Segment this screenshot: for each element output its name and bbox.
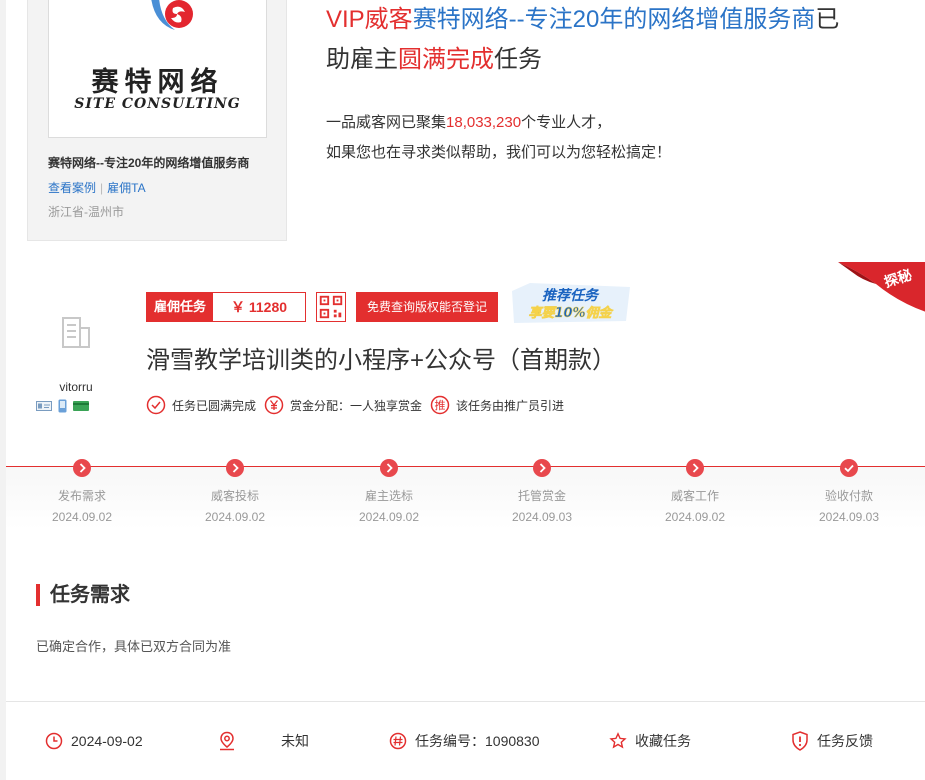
promo-line2: 享要10%佣金 <box>528 305 613 321</box>
step-name: 雇主选标 <box>364 489 413 503</box>
vip-task-text: 任务 <box>494 46 542 73</box>
logo-english-text: SITE CONSULTING <box>74 96 241 112</box>
footer-task-number-text: 任务编号：1090830 <box>415 733 540 749</box>
step-name: 威客工作 <box>670 489 719 503</box>
feedback-label: 任务反馈 <box>817 733 873 749</box>
bank-card-icon <box>73 401 89 411</box>
meta-completed-text: 任务已圆满完成 <box>172 398 257 413</box>
progress-background <box>6 467 925 529</box>
vip-company-link[interactable]: 赛特网络--专注20年的网络增值服务商 <box>413 6 816 33</box>
step-name: 威客投标 <box>210 489 259 503</box>
favorite-label: 收藏任务 <box>635 733 691 749</box>
step-date: 2024.09.02 <box>358 510 420 524</box>
step-name: 发布需求 <box>57 489 106 503</box>
meta-completed: 任务已圆满完成 <box>146 395 256 415</box>
progress-step: 发布需求 2024.09.02 <box>22 459 142 524</box>
requirement-text: 已确定合作，具体已双方合同为准 <box>36 639 232 654</box>
step-date: 2024.09.02 <box>204 510 266 524</box>
verification-badges <box>36 399 89 413</box>
progress-step: 威客工作 2024.09.02 <box>635 459 755 524</box>
section-title-requirement: 任务需求 <box>36 584 130 606</box>
progress-step: 托管赏金 2024.09.03 <box>482 459 602 524</box>
promo-line1: 推荐任务 <box>542 287 600 304</box>
step-date: 2024.09.02 <box>51 510 113 524</box>
progress-step: 验收付款 2024.09.03 <box>789 459 909 524</box>
company-links: 查看案例 | 雇佣TA <box>48 179 146 196</box>
link-separator: | <box>100 181 104 195</box>
step-date: 2024.09.03 <box>511 510 573 524</box>
qrcode-icon[interactable] <box>316 292 346 322</box>
vip-company-card: 赛特网络 SITE CONSULTING 赛特网络--专注20年的网络增值服务商… <box>27 0 287 241</box>
left-edge <box>0 0 6 780</box>
meta-reward: 赏金分配：一人独享赏金 <box>264 395 422 415</box>
desc-suffix: 个专业人才， <box>521 114 612 131</box>
talent-count: 18,033,230 <box>446 114 522 131</box>
step-check-icon <box>840 459 858 477</box>
copyright-check-button[interactable]: 免费查询版权能否登记 <box>356 292 498 322</box>
footer-task-number: 任务编号：1090830 <box>389 730 540 752</box>
logo-chinese-text: 赛特网络 <box>91 67 224 98</box>
clock-icon <box>45 732 63 750</box>
view-cases-link[interactable]: 查看案例 <box>48 181 96 195</box>
vip-description: 一品威客网已聚集18,033,230个专业人才， 如果您也在寻求类似帮助，我们可… <box>326 108 671 168</box>
task-title: 滑雪教学培训类的小程序+公众号（首期款） <box>146 347 617 374</box>
task-feedback-button[interactable]: 任务反馈 <box>791 730 873 752</box>
vip-help-text: 助雇主 <box>326 46 398 73</box>
progress-step: 雇主选标 2024.09.02 <box>329 459 449 524</box>
task-price-tag: 雇佣任务 ￥ 11280 <box>146 292 307 322</box>
step-name: 验收付款 <box>824 489 873 503</box>
promote-icon-text: 推 <box>435 398 446 412</box>
meta-reward-text: 赏金分配：一人独享赏金 <box>290 398 423 413</box>
company-location: 浙江省-温州市 <box>48 205 124 219</box>
step-arrow-icon <box>380 459 398 477</box>
footer-date-text: 2024-09-02 <box>71 733 143 749</box>
check-circle-icon <box>146 395 166 415</box>
step-date: 2024.09.02 <box>664 510 726 524</box>
employer-username[interactable]: vitorru <box>40 380 112 394</box>
desc-prefix: 一品威客网已聚集 <box>326 114 447 131</box>
explore-ribbon[interactable]: 探秘 <box>838 262 925 314</box>
hash-icon <box>389 732 407 750</box>
promote-icon: 推 <box>430 395 450 415</box>
progress-line <box>6 466 925 467</box>
step-arrow-icon <box>226 459 244 477</box>
company-logo[interactable]: 赛特网络 SITE CONSULTING <box>48 0 267 138</box>
divider <box>6 701 925 702</box>
task-type-label: 雇佣任务 <box>147 293 214 321</box>
building-avatar-icon <box>62 317 90 348</box>
footer-location: 未知 <box>218 730 309 752</box>
vip-headline: VIP威客赛特网络--专注20年的网络增值服务商已 助雇主圆满完成任务 <box>326 0 906 80</box>
company-name[interactable]: 赛特网络--专注20年的网络增值服务商 <box>48 154 249 171</box>
progress-step: 威客投标 2024.09.02 <box>175 459 295 524</box>
star-icon <box>609 732 627 749</box>
footer-date: 2024-09-02 <box>45 730 143 752</box>
step-arrow-icon <box>686 459 704 477</box>
step-arrow-icon <box>533 459 551 477</box>
meta-promoter-text: 该任务由推广员引进 <box>456 398 565 413</box>
vip-suffix: 已 <box>815 6 840 33</box>
vip-highlight: 圆满完成 <box>398 46 494 73</box>
hire-link[interactable]: 雇佣TA <box>107 181 145 195</box>
favorite-task-button[interactable]: 收藏任务 <box>609 730 691 752</box>
id-card-icon <box>36 401 52 411</box>
shield-alert-icon <box>792 731 808 751</box>
meta-promoter: 推 该任务由推广员引进 <box>430 395 564 415</box>
yen-circle-icon <box>264 395 284 415</box>
recommend-task-promo[interactable]: 推荐任务 享要10%佣金 <box>510 283 632 325</box>
step-name: 托管赏金 <box>517 489 566 503</box>
step-date: 2024.09.03 <box>818 510 880 524</box>
task-detail-page: 赛特网络 SITE CONSULTING 赛特网络--专注20年的网络增值服务商… <box>0 0 925 780</box>
swirl-logo-icon <box>151 0 193 30</box>
task-price: ￥ 11280 <box>213 293 306 321</box>
task-meta-row: 任务已圆满完成 赏金分配：一人独享赏金 推 该任务由推广员引进 <box>146 395 572 415</box>
phone-icon <box>58 399 67 413</box>
footer-location-text: 未知 <box>281 733 309 749</box>
vip-prefix: VIP威客 <box>326 6 413 33</box>
step-arrow-icon <box>73 459 91 477</box>
location-pin-icon <box>220 731 234 751</box>
desc-line2: 如果您也在寻求类似帮助，我们可以为您轻松搞定！ <box>326 144 672 161</box>
